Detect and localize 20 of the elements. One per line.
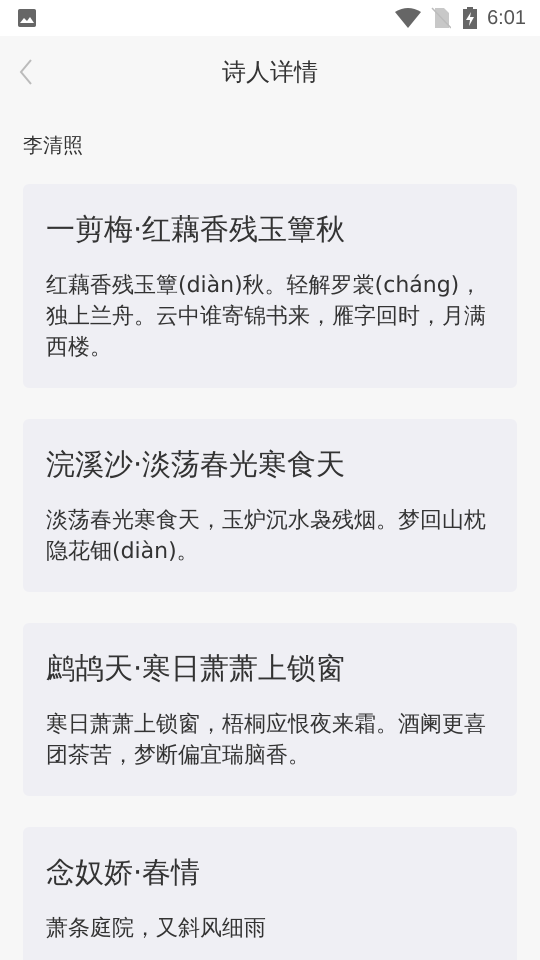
poem-card[interactable]: 一剪梅·红藕香残玉簟秋 红藕香残玉簟(diàn)秋。轻解罗裳(cháng)，独上兰舟。云中谁寄锦书来，雁字回时，月满西楼。	[23, 184, 517, 388]
page-title: 诗人详情	[222, 57, 318, 88]
poem-excerpt: 萧条庭院，又斜风细雨	[46, 915, 267, 943]
poet-name: 李清照	[23, 133, 83, 157]
poem-excerpt: 淡荡春光寒食天，玉炉沉水袅残烟。梦回山枕隐花钿(diàn)。	[46, 507, 487, 566]
poem-card[interactable]: 念奴娇·春情 萧条庭院，又斜风细雨	[23, 827, 517, 960]
poem-title: 鹧鸪天·寒日萧萧上锁窗	[46, 650, 346, 687]
poem-card[interactable]: 浣溪沙·淡荡春光寒食天 淡荡春光寒食天，玉炉沉水袅残烟。梦回山枕隐花钿(diàn)。	[23, 419, 517, 592]
wifi-icon	[395, 8, 422, 28]
back-icon	[19, 59, 33, 85]
poem-title: 念奴娇·春情	[46, 854, 202, 891]
image-icon	[17, 8, 37, 28]
status-time: 6:01	[487, 6, 526, 30]
poem-excerpt: 寒日萧萧上锁窗，梧桐应恨夜来霜。酒阑更喜团茶苦，梦断偏宜瑞脑香。	[46, 711, 487, 770]
poem-title: 一剪梅·红藕香残玉簟秋	[46, 211, 346, 248]
no-sim-icon	[431, 7, 452, 29]
battery-charging-icon	[463, 7, 478, 29]
poem-excerpt: 红藕香残玉簟(diàn)秋。轻解罗裳(cháng)，独上兰舟。云中谁寄锦书来，雁字回时，月满西楼。	[46, 272, 487, 362]
poem-title: 浣溪沙·淡荡春光寒食天	[46, 446, 346, 483]
poem-card[interactable]: 鹧鸪天·寒日萧萧上锁窗 寒日萧萧上锁窗，梧桐应恨夜来霜。酒阑更喜团茶苦，梦断偏宜瑞脑香。	[23, 623, 517, 796]
